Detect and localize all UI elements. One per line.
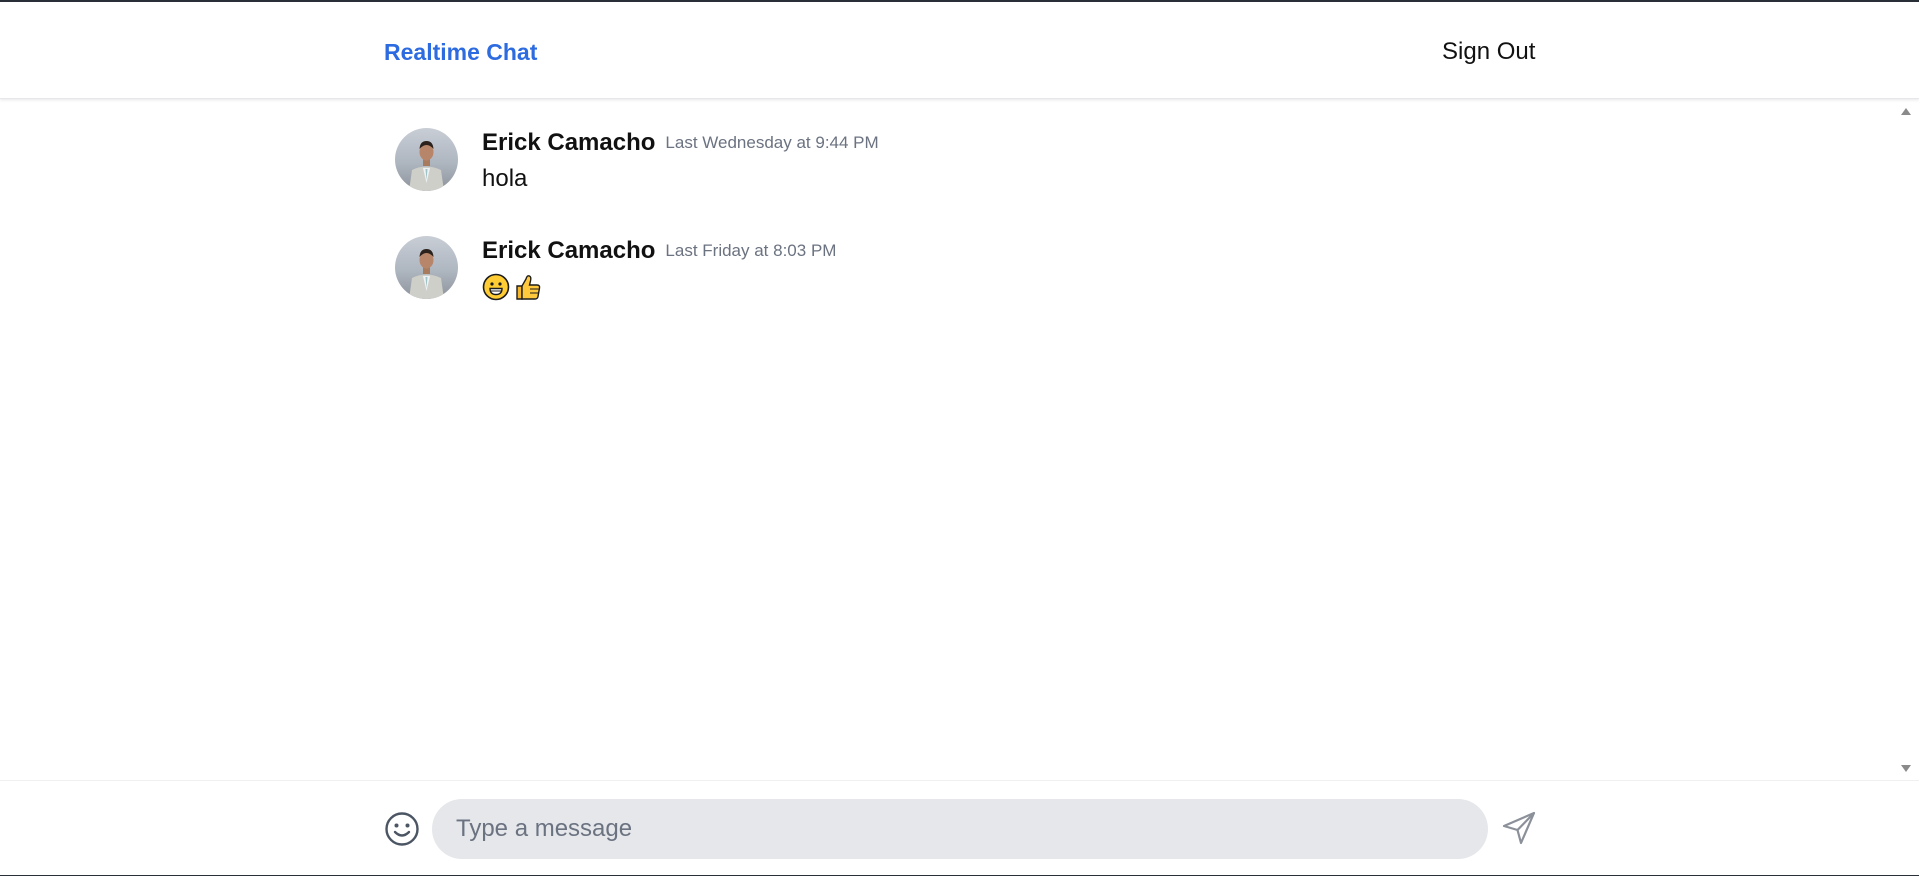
sign-out-button[interactable]: Sign Out	[1442, 37, 1535, 67]
scroll-down-arrow-icon[interactable]	[1901, 765, 1911, 772]
message-item: Erick Camacho Last Friday at 8:03 PM	[395, 236, 1395, 316]
avatar	[395, 128, 458, 191]
grinning-face-icon	[482, 273, 510, 306]
top-bar: Realtime Chat Sign Out	[0, 2, 1919, 99]
message-input[interactable]	[432, 799, 1488, 859]
message-timestamp: Last Wednesday at 9:44 PM	[665, 133, 879, 152]
brand-link[interactable]: Realtime Chat	[384, 38, 537, 66]
emoji-picker-button[interactable]	[384, 811, 420, 847]
message-author: Erick Camacho	[482, 237, 656, 264]
message-list: Erick Camacho Last Wednesday at 9:44 PM h…	[0, 100, 1895, 780]
message-list-scrollbar[interactable]	[1895, 100, 1919, 780]
avatar	[395, 236, 458, 299]
scroll-up-arrow-icon[interactable]	[1901, 108, 1911, 115]
send-button[interactable]	[1500, 809, 1538, 847]
message-composer	[0, 780, 1919, 875]
message-text: hola	[482, 165, 528, 192]
message-timestamp: Last Friday at 8:03 PM	[665, 241, 837, 260]
chat-app: Realtime Chat Sign Out Erick Camacho Las…	[0, 0, 1919, 876]
message-header: Erick Camacho Last Wednesday at 9:44 PM	[482, 128, 879, 160]
message-emojis	[482, 273, 542, 306]
message-item: Erick Camacho Last Wednesday at 9:44 PM h…	[395, 128, 1395, 208]
thumbs-up-icon	[514, 273, 542, 306]
smiley-icon	[385, 812, 419, 846]
message-author: Erick Camacho	[482, 129, 656, 156]
send-icon	[1502, 811, 1536, 845]
message-header: Erick Camacho Last Friday at 8:03 PM	[482, 236, 836, 268]
